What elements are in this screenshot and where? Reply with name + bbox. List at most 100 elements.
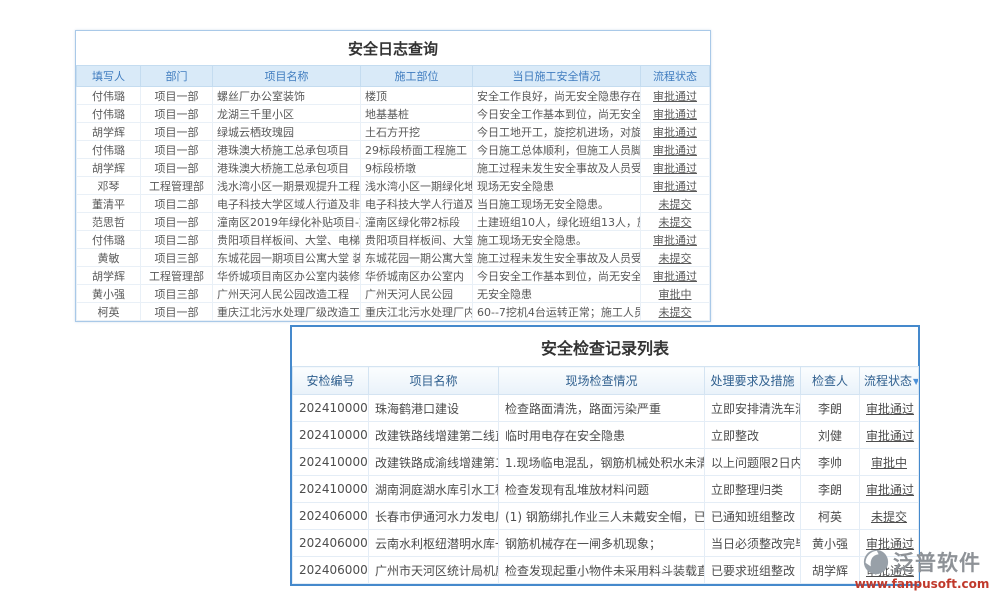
situation-cell: 今日安全工作基本到位，尚无安全隐患... [473,105,641,123]
situation-cell: 土建班组10人，绿化班组13人，施工现... [473,213,641,231]
status-link[interactable]: 审批通过 [641,87,710,105]
project-link[interactable]: 电子科技大学区域人行道及非机动车道工程 [213,195,361,213]
writer-link[interactable]: 柯英 [77,303,141,321]
col-header-inspection: 现场检查情况 [499,367,705,395]
project-link[interactable]: 浅水湾小区一期景观提升工程施工 [213,177,361,195]
dept-cell: 项目三部 [141,285,213,303]
check-id-link[interactable]: 2024100004 [293,395,369,422]
dept-cell: 项目一部 [141,159,213,177]
project-link[interactable]: 绿城云栖玫瑰园 [213,123,361,141]
project-link[interactable]: 改建铁路线增建第二线直通... [369,422,499,449]
col-header-status[interactable]: 流程状态▼ [860,367,919,395]
inspector-link[interactable]: 李帅 [801,449,860,476]
writer-link[interactable]: 付伟璐 [77,141,141,159]
project-link[interactable]: 龙湖三千里小区 [213,105,361,123]
safety-log-header-row: 填写人部门项目名称施工部位当日施工安全情况流程状态 [77,66,710,87]
table-row: 2024100004珠海鹤港口建设检查路面清洗，路面污染严重立即安排清洗车清洗李… [293,395,919,422]
inspector-link[interactable]: 刘健 [801,422,860,449]
situation-cell: 今日工地开工，旋挖机进场，对旋挖机... [473,123,641,141]
table-row: 付伟璐项目一部港珠澳大桥施工总承包项目29标段桥面工程施工今日施工总体顺利，但施… [77,141,710,159]
status-link[interactable]: 审批通过 [641,159,710,177]
status-link[interactable]: 审批通过 [641,177,710,195]
project-link[interactable]: 贵阳项目样板间、大堂、电梯厅装修工程 [213,231,361,249]
measures-cell: 立即整改 [705,422,801,449]
project-link[interactable]: 东城花园一期项目公寓大堂 装饰工程 [213,249,361,267]
project-link[interactable]: 云南水利枢纽潜明水库一期... [369,530,499,557]
location-cell: 贵阳项目样板间、大堂、... [361,231,473,249]
project-link[interactable]: 广州天河人民公园改造工程 [213,285,361,303]
col-header-dept: 部门 [141,66,213,87]
project-link[interactable]: 华侨城项目南区办公室内装修工程 [213,267,361,285]
location-cell: 楼顶 [361,87,473,105]
status-link[interactable]: 审批通过 [641,231,710,249]
writer-link[interactable]: 胡学辉 [77,123,141,141]
writer-link[interactable]: 黄小强 [77,285,141,303]
situation-cell: 施工过程未发生安全事故及人员受伤情况 [473,249,641,267]
table-row: 付伟璐项目二部贵阳项目样板间、大堂、电梯厅装修工程贵阳项目样板间、大堂、...施… [77,231,710,249]
project-link[interactable]: 湖南洞庭湖水库引水工程施... [369,476,499,503]
table-row: 董清平项目二部电子科技大学区域人行道及非机动车道工程电子科技大学人行道及非...… [77,195,710,213]
table-row: 胡学辉项目一部港珠澳大桥施工总承包项目9标段桥墩施工过程未发生安全事故及人员受伤… [77,159,710,177]
check-id-link[interactable]: 2024060003 [293,530,369,557]
writer-link[interactable]: 付伟璐 [77,87,141,105]
inspection-cell: (1) 钢筋绑扎作业三人未戴安全帽，已通知... [499,503,705,530]
status-link[interactable]: 审批中 [641,285,710,303]
location-cell: 华侨城南区办公室内 [361,267,473,285]
inspector-link[interactable]: 黄小强 [801,530,860,557]
check-id-link[interactable]: 2024100003 [293,422,369,449]
situation-cell: 安全工作良好，尚无安全隐患存在 [473,87,641,105]
project-link[interactable]: 螺丝厂办公室装饰 [213,87,361,105]
check-id-link[interactable]: 2024100001 [293,476,369,503]
check-id-link[interactable]: 2024060004 [293,503,369,530]
status-link[interactable]: 审批中 [860,449,919,476]
inspector-link[interactable]: 胡学辉 [801,557,860,584]
status-link[interactable]: 审批通过 [641,267,710,285]
inspection-cell: 检查发现起重小物件未采用料斗装载直接起... [499,557,705,584]
writer-link[interactable]: 黄敏 [77,249,141,267]
status-link[interactable]: 未提交 [641,249,710,267]
inspector-link[interactable]: 李朗 [801,395,860,422]
location-cell: 土石方开挖 [361,123,473,141]
status-link[interactable]: 审批通过 [641,105,710,123]
status-link[interactable]: 未提交 [641,195,710,213]
writer-link[interactable]: 邓琴 [77,177,141,195]
writer-link[interactable]: 付伟璐 [77,105,141,123]
status-link[interactable]: 审批通过 [641,141,710,159]
location-cell: 9标段桥墩 [361,159,473,177]
project-link[interactable]: 港珠澳大桥施工总承包项目 [213,141,361,159]
col-header-location: 施工部位 [361,66,473,87]
writer-link[interactable]: 付伟璐 [77,231,141,249]
col-header-situation: 当日施工安全情况 [473,66,641,87]
status-link[interactable]: 未提交 [641,303,710,321]
project-link[interactable]: 港珠澳大桥施工总承包项目 [213,159,361,177]
status-link[interactable]: 未提交 [860,503,919,530]
table-row: 付伟璐项目一部螺丝厂办公室装饰楼顶安全工作良好，尚无安全隐患存在审批通过 [77,87,710,105]
filter-dropdown-icon[interactable]: ▼ [913,377,918,386]
project-link[interactable]: 长春市伊通河水力发电厂改... [369,503,499,530]
project-link[interactable]: 广州市天河区统计局机房改... [369,557,499,584]
writer-link[interactable]: 胡学辉 [77,159,141,177]
project-link[interactable]: 珠海鹤港口建设 [369,395,499,422]
inspector-link[interactable]: 柯英 [801,503,860,530]
status-link[interactable]: 未提交 [641,213,710,231]
project-link[interactable]: 潼南区2019年绿化补贴项目-施工2标段 [213,213,361,231]
writer-link[interactable]: 范思哲 [77,213,141,231]
location-cell: 电子科技大学人行道及非... [361,195,473,213]
table-row: 邓琴工程管理部浅水湾小区一期景观提升工程施工浅水湾小区一期绿化地现场无安全隐患审… [77,177,710,195]
dept-cell: 项目二部 [141,195,213,213]
project-link[interactable]: 重庆江北污水处理厂级改造工程-道路修复 [213,303,361,321]
check-id-link[interactable]: 2024060002 [293,557,369,584]
situation-cell: 施工现场无安全隐患。 [473,231,641,249]
table-row: 胡学辉项目一部绿城云栖玫瑰园土石方开挖今日工地开工，旋挖机进场，对旋挖机...审… [77,123,710,141]
measures-cell: 立即安排清洗车清洗 [705,395,801,422]
location-cell: 浅水湾小区一期绿化地 [361,177,473,195]
status-link[interactable]: 审批通过 [860,422,919,449]
status-link[interactable]: 审批通过 [641,123,710,141]
check-id-link[interactable]: 2024100002 [293,449,369,476]
writer-link[interactable]: 胡学辉 [77,267,141,285]
status-link[interactable]: 审批通过 [860,476,919,503]
writer-link[interactable]: 董清平 [77,195,141,213]
project-link[interactable]: 改建铁路成渝线增建第二直... [369,449,499,476]
inspector-link[interactable]: 李朗 [801,476,860,503]
status-link[interactable]: 审批通过 [860,395,919,422]
